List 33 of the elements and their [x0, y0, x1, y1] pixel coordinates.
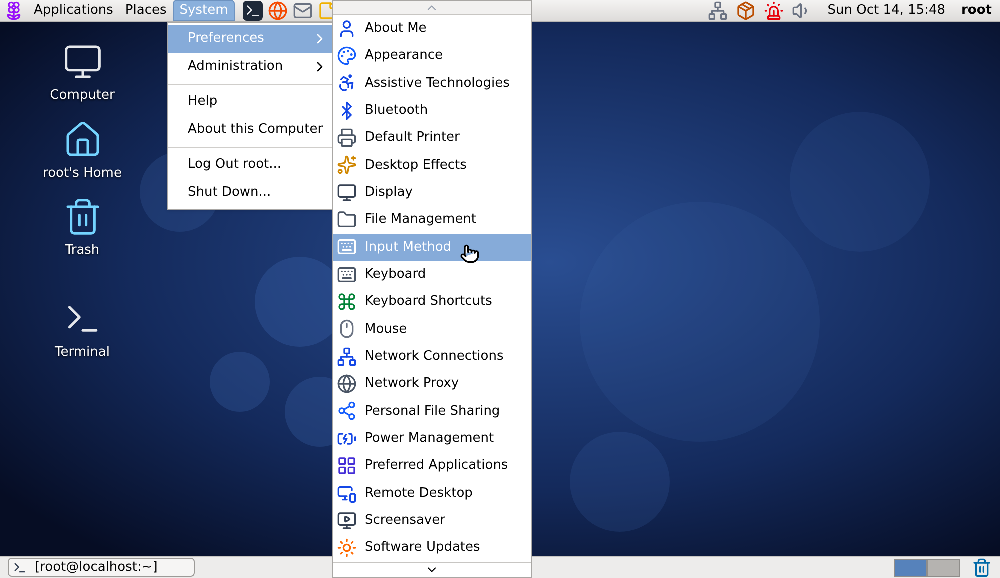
- menu-item[interactable]: About this Computer: [168, 116, 332, 144]
- menu-item[interactable]: Network Proxy: [333, 370, 531, 398]
- menu-item[interactable]: Remote Desktop: [333, 480, 531, 508]
- menu-item[interactable]: Keyboard Shortcuts: [333, 288, 531, 316]
- menu-item[interactable]: Network Connections: [333, 343, 531, 370]
- desktop-icon-label[interactable]: root's Home: [43, 164, 122, 183]
- menu-item[interactable]: Display: [333, 179, 531, 206]
- clock[interactable]: Sun Oct 14, 15:48: [828, 0, 946, 20]
- menu-item[interactable]: Power Management: [333, 425, 531, 452]
- menu-item[interactable]: Help: [168, 88, 332, 116]
- taskbar-window-button[interactable]: [root@localhost:~]: [8, 558, 195, 577]
- desktop-icon-label[interactable]: Trash: [65, 241, 100, 260]
- panel-menu[interactable]: Applications: [28, 0, 120, 21]
- menu-item[interactable]: Screensaver: [333, 507, 531, 535]
- menu-item[interactable]: Default Printer: [333, 124, 531, 152]
- menu-item[interactable]: About Me: [333, 15, 531, 42]
- menu-item[interactable]: Appearance: [333, 42, 531, 70]
- menu-item[interactable]: File Management: [333, 206, 531, 234]
- desktop-icon-label[interactable]: Computer: [50, 86, 115, 106]
- desktop-icon-label[interactable]: Terminal: [55, 342, 110, 362]
- menu-item[interactable]: Shut Down...: [168, 179, 332, 207]
- menu-item[interactable]: Log Out root...: [168, 151, 332, 179]
- menu-item[interactable]: Keyboard: [333, 261, 531, 288]
- menu-item[interactable]: Administration: [168, 53, 332, 81]
- menu-item[interactable]: Assistive Technologies: [333, 70, 531, 98]
- menu-item[interactable]: Preferred Applications: [333, 452, 531, 480]
- menu-item[interactable]: Bluetooth: [333, 97, 531, 124]
- menu-item[interactable]: Software Updates: [333, 534, 531, 562]
- user-name[interactable]: root: [962, 0, 992, 20]
- menu-item[interactable]: Personal File Sharing: [333, 398, 531, 426]
- panel-menu[interactable]: Places: [119, 0, 173, 21]
- menu-item[interactable]: Desktop Effects: [333, 152, 531, 180]
- menu-item[interactable]: Mouse: [333, 316, 531, 344]
